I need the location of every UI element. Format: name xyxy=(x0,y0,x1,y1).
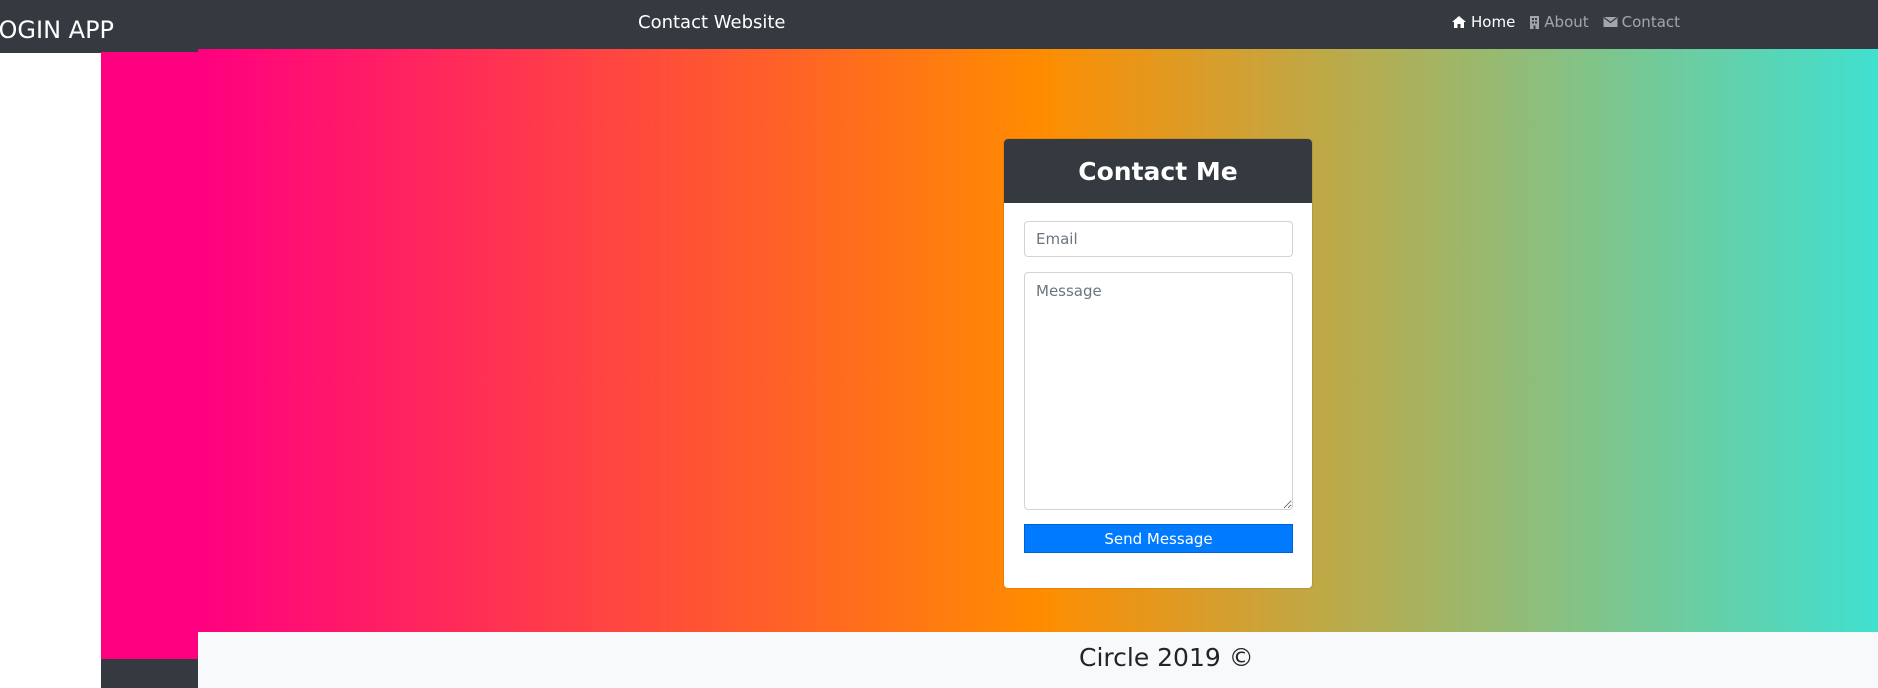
login-app-panel xyxy=(101,52,201,659)
login-app-title: LOGIN APP xyxy=(0,16,115,44)
login-app-header: LOGIN APP xyxy=(0,0,200,53)
card-title: Contact Me xyxy=(1078,156,1238,186)
nav-link-label: About xyxy=(1544,13,1589,31)
building-icon xyxy=(1529,15,1540,30)
nav-link-label: Contact xyxy=(1621,13,1681,31)
home-icon xyxy=(1451,15,1467,29)
nav-link-label: Home xyxy=(1471,13,1516,31)
page: LOGIN APP Contact Website Home xyxy=(0,0,1878,688)
nav-link-home[interactable]: Home xyxy=(1451,13,1515,31)
navbar-brand[interactable]: Contact Website xyxy=(638,12,786,33)
contact-card: Contact Me Send Message xyxy=(1004,139,1312,588)
message-field[interactable] xyxy=(1024,272,1293,510)
footer: Circle 2019 © xyxy=(198,632,1878,688)
footer-text: Circle 2019 © xyxy=(1079,643,1254,672)
nav-link-contact[interactable]: Contact xyxy=(1603,13,1680,31)
card-header: Contact Me xyxy=(1004,139,1312,203)
envelope-icon xyxy=(1603,16,1618,28)
navbar: Contact Website Home About Contact xyxy=(198,0,1878,49)
nav-link-about[interactable]: About xyxy=(1529,13,1589,31)
nav-links: Home About Contact xyxy=(1451,13,1680,31)
send-message-button[interactable]: Send Message xyxy=(1024,524,1293,553)
login-app-footer xyxy=(101,659,201,688)
email-field[interactable] xyxy=(1024,221,1293,257)
contact-form: Send Message xyxy=(1004,203,1312,553)
